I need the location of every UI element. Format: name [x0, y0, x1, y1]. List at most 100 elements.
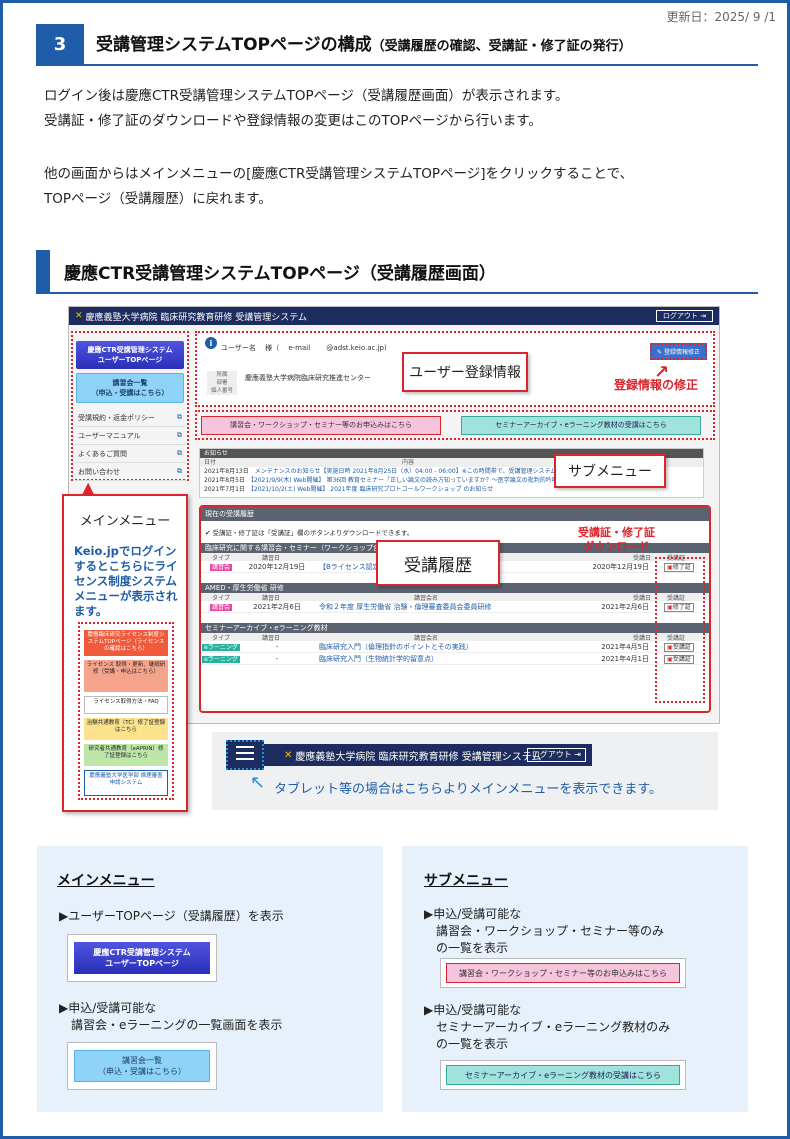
course-list-button[interactable]: 講習会一覧 （申込・受講はこちら）	[76, 373, 184, 403]
news-date: 2021年8月13日	[204, 468, 249, 475]
course-date: 2021年2月6日	[253, 602, 301, 611]
intro-line-1: ログイン後は慶應CTR受講管理システムTOPページ（受講履歴画面）が表示されます…	[44, 88, 569, 104]
edit-icon: ✎	[657, 349, 663, 356]
news-text: メンテナンスのお知らせ【実施日時 2021年8月25日（水）04:00 - 06…	[254, 468, 575, 475]
side-link-faq[interactable]: よくあるご質問 ⧉	[74, 445, 186, 463]
col-type: タイプ	[211, 595, 230, 602]
callout-user-info: ユーザー登録情報	[402, 352, 528, 392]
side-link-manual[interactable]: ユーザーマニュアル ⧉	[74, 427, 186, 445]
course-list-button-sample[interactable]: 講習会一覧 （申込・受講はこちら）	[74, 1050, 210, 1082]
tablet-logout-label: ログアウト	[531, 750, 572, 759]
table-row: 講習会 2021年2月6日 令和２年度 厚生労働省 治験・倫理審査委員会委員研修…	[201, 601, 709, 613]
sub-menu-panel: サブメニュー ▶申込/受講可能な 講習会・ワークショップ・セミナー等のみ の一覧…	[402, 846, 748, 1112]
type-tag: eラーニング	[202, 644, 240, 651]
license-menu-item-ethics[interactable]: 慶應義塾大学医学部 倫理審査申請システム	[84, 770, 168, 796]
callout-cert-download-line2: ダウンロード	[583, 540, 650, 553]
sub-menu-item-2-line2: セミナーアーカイブ・eラーニング教材のみ	[436, 1020, 671, 1034]
hamburger-menu-icon[interactable]	[226, 740, 264, 770]
intro-line-2: 受講証・修了証のダウンロードや登録情報の変更はこのTOPページから行います。	[44, 113, 542, 129]
section-title-text: 受講管理システムTOPページの構成	[96, 35, 372, 55]
user-field-labels: 所属 部署 個人番号	[207, 371, 237, 395]
edit-registration-button[interactable]: ✎ 登録情報修正	[650, 343, 707, 360]
course-name[interactable]: 臨床研究入門（生物統計学的留意点）	[313, 654, 553, 664]
email-label: e-mail	[288, 344, 311, 352]
attend-date: 2020年12月19日	[592, 562, 649, 571]
side-links: 受講規約・返金ポリシー ⧉ ユーザーマニュアル ⧉ よくあるご質問 ⧉ お問い合わせ ⧉	[74, 409, 186, 481]
license-menu-item-faq[interactable]: ライセンス取得方法・FAQ	[84, 696, 168, 714]
archive-button-preview: セミナーアーカイブ・eラーニング教材の受講はこちら	[440, 1060, 686, 1090]
main-menu-panel: メインメニュー ▶ユーザーTOPページ（受講履歴）を表示 慶應CTR受講管理シス…	[37, 846, 383, 1112]
sub-menu-item-1-line3: の一覧を表示	[436, 941, 509, 955]
history-columns: タイプ 講習日 講習会名 受講日 受講証	[201, 633, 709, 642]
intro-line-3: 他の画面からはメインメニューの[慶應CTR受講管理システムTOPページ]をクリッ…	[44, 166, 634, 182]
course-date: 2020年12月19日	[248, 562, 306, 571]
main-menu-area: 慶應CTR受講管理システム ユーザーTOPページ 講習会一覧 （申込・受講はこち…	[71, 331, 189, 481]
section-number: 3	[36, 24, 84, 64]
affiliation-label: 所属	[216, 372, 228, 378]
archive-attend-button[interactable]: セミナーアーカイブ・eラーニング教材の受講はこちら	[461, 416, 701, 435]
license-menu-item-eaprin[interactable]: 研究者共通教育（eAPRIN）修了証登録はこちら	[84, 744, 168, 766]
type-tag: eラーニング	[202, 656, 240, 663]
external-link-icon: ⧉	[177, 431, 182, 439]
course-list-button-line2: （申込・受講はこちら）	[91, 389, 169, 397]
main-menu-item-1: ▶ユーザーTOPページ（受講履歴）を表示	[59, 909, 284, 923]
side-link-terms-label: 受講規約・返金ポリシー	[78, 413, 155, 422]
license-menu-item-acquire[interactable]: ライセンス 取得・更新、継続研修（受講・申込はこちら）	[84, 660, 168, 692]
section-title: 受講管理システムTOPページの構成（受講履歴の確認、受講証・修了証の発行）	[96, 30, 632, 55]
sub-menu-panel-title: サブメニュー	[424, 873, 508, 889]
intro-line-4: TOPページ（受講履歴）に戻れます。	[44, 191, 272, 207]
subheading-divider	[36, 292, 758, 294]
sample-line1: 慶應CTR受講管理システム	[93, 948, 191, 957]
sample-line2: （申込・受講はこちら）	[98, 1067, 186, 1076]
news-text: 【2021/9/9(木) Web開催】 第36回 教育セミナー「正しい論文の読み…	[250, 477, 558, 484]
col-type: タイプ	[211, 635, 230, 642]
department-label: 部署	[216, 380, 228, 386]
sub-menu-item-1-line2: 講習会・ワークショップ・セミナー等のみ	[436, 924, 665, 938]
user-name-value: 様（	[265, 344, 280, 352]
col-date: 講習日	[261, 555, 280, 562]
main-menu-panel-title: メインメニュー	[57, 873, 155, 889]
course-name[interactable]: 令和２年度 厚生労働省 治験・倫理審査委員会委員研修	[313, 602, 553, 612]
callout-cert-download: 受講証・修了証 ダウンロード	[578, 526, 655, 554]
table-row: eラーニング - 臨床研究入門（倫理指針のポイントとその実践） 2021年4月5…	[201, 641, 709, 653]
attend-date: 2021年2月6日	[601, 602, 649, 611]
col-name: 講習会名	[413, 595, 438, 602]
workshop-button-sample[interactable]: 講習会・ワークショップ・セミナー等のお申込みはこちら	[446, 963, 680, 983]
sample-line2: ユーザーTOPページ	[105, 959, 179, 968]
col-date: 講習日	[261, 595, 280, 602]
tablet-note-text: タブレット等の場合はこちらよりメインメニューを表示できます。	[274, 782, 663, 797]
logout-icon: ⇥	[700, 312, 706, 320]
sub-menu-item-2: ▶申込/受講可能な セミナーアーカイブ・eラーニング教材のみ の一覧を表示	[424, 1002, 670, 1053]
logout-button[interactable]: ログアウト ⇥	[655, 310, 713, 322]
user-top-button-preview: 慶應CTR受講管理システム ユーザーTOPページ	[67, 934, 217, 982]
workshop-apply-button[interactable]: 講習会・ワークショップ・セミナー等のお申込みはこちら	[201, 416, 441, 435]
keio-logo-icon: ✕	[75, 311, 83, 321]
attend-date: 2021年4月5日	[601, 642, 649, 651]
archive-button-sample[interactable]: セミナーアーカイブ・eラーニング教材の受講はこちら	[446, 1065, 680, 1085]
news-date: 2021年7月1日	[204, 486, 245, 493]
email-value: @adst.keio.ac.jp)	[326, 344, 387, 352]
news-col-date: 日付	[204, 459, 217, 466]
side-link-terms[interactable]: 受講規約・返金ポリシー ⧉	[74, 409, 186, 427]
main-menu-callout-title: メインメニュー	[79, 514, 171, 529]
course-name[interactable]: 臨床研究入門（倫理指針のポイントとその実践）	[313, 642, 553, 652]
tablet-site-title: 慶應義塾大学病院 臨床研究教育研修 受講管理システム	[295, 751, 542, 763]
license-menu-item-tc[interactable]: 治験共通教育（TC）修了証登録はこちら	[84, 718, 168, 740]
keio-login-note: Keio.jpでログインするとこちらにライセンス制度システムメニューが表示されま…	[74, 544, 178, 618]
tablet-logout-button[interactable]: ログアウト ⇥	[526, 748, 586, 762]
course-list-button-line1: 講習会一覧	[112, 379, 148, 387]
history-section-title: セミナーアーカイブ・eラーニング教材	[201, 623, 709, 633]
course-date: -	[275, 642, 279, 651]
user-top-button-sample[interactable]: 慶應CTR受講管理システム ユーザーTOPページ	[74, 942, 210, 974]
external-link-icon: ⧉	[177, 413, 182, 421]
side-link-manual-label: ユーザーマニュアル	[78, 431, 141, 440]
callout-history: 受講履歴	[376, 540, 500, 586]
license-menu-item-top[interactable]: 慶應臨床研究ライセンス制度システムTOPページ（ライセンスの確認はこちら）	[84, 630, 168, 656]
sub-menu-item-1-line1: ▶申込/受講可能な	[424, 907, 522, 921]
site-title: 慶應義塾大学病院 臨床研究教育研修 受講管理システム	[85, 312, 308, 323]
callout-cert-download-line1: 受講証・修了証	[578, 526, 655, 539]
site-header: ✕ 慶應義塾大学病院 臨床研究教育研修 受講管理システム	[69, 307, 719, 325]
user-top-button-line2: ユーザーTOPページ	[97, 356, 163, 364]
subheading: 慶應CTR受講管理システムTOPページ（受講履歴画面）	[64, 264, 496, 284]
user-top-button[interactable]: 慶應CTR受講管理システム ユーザーTOPページ	[76, 341, 184, 369]
